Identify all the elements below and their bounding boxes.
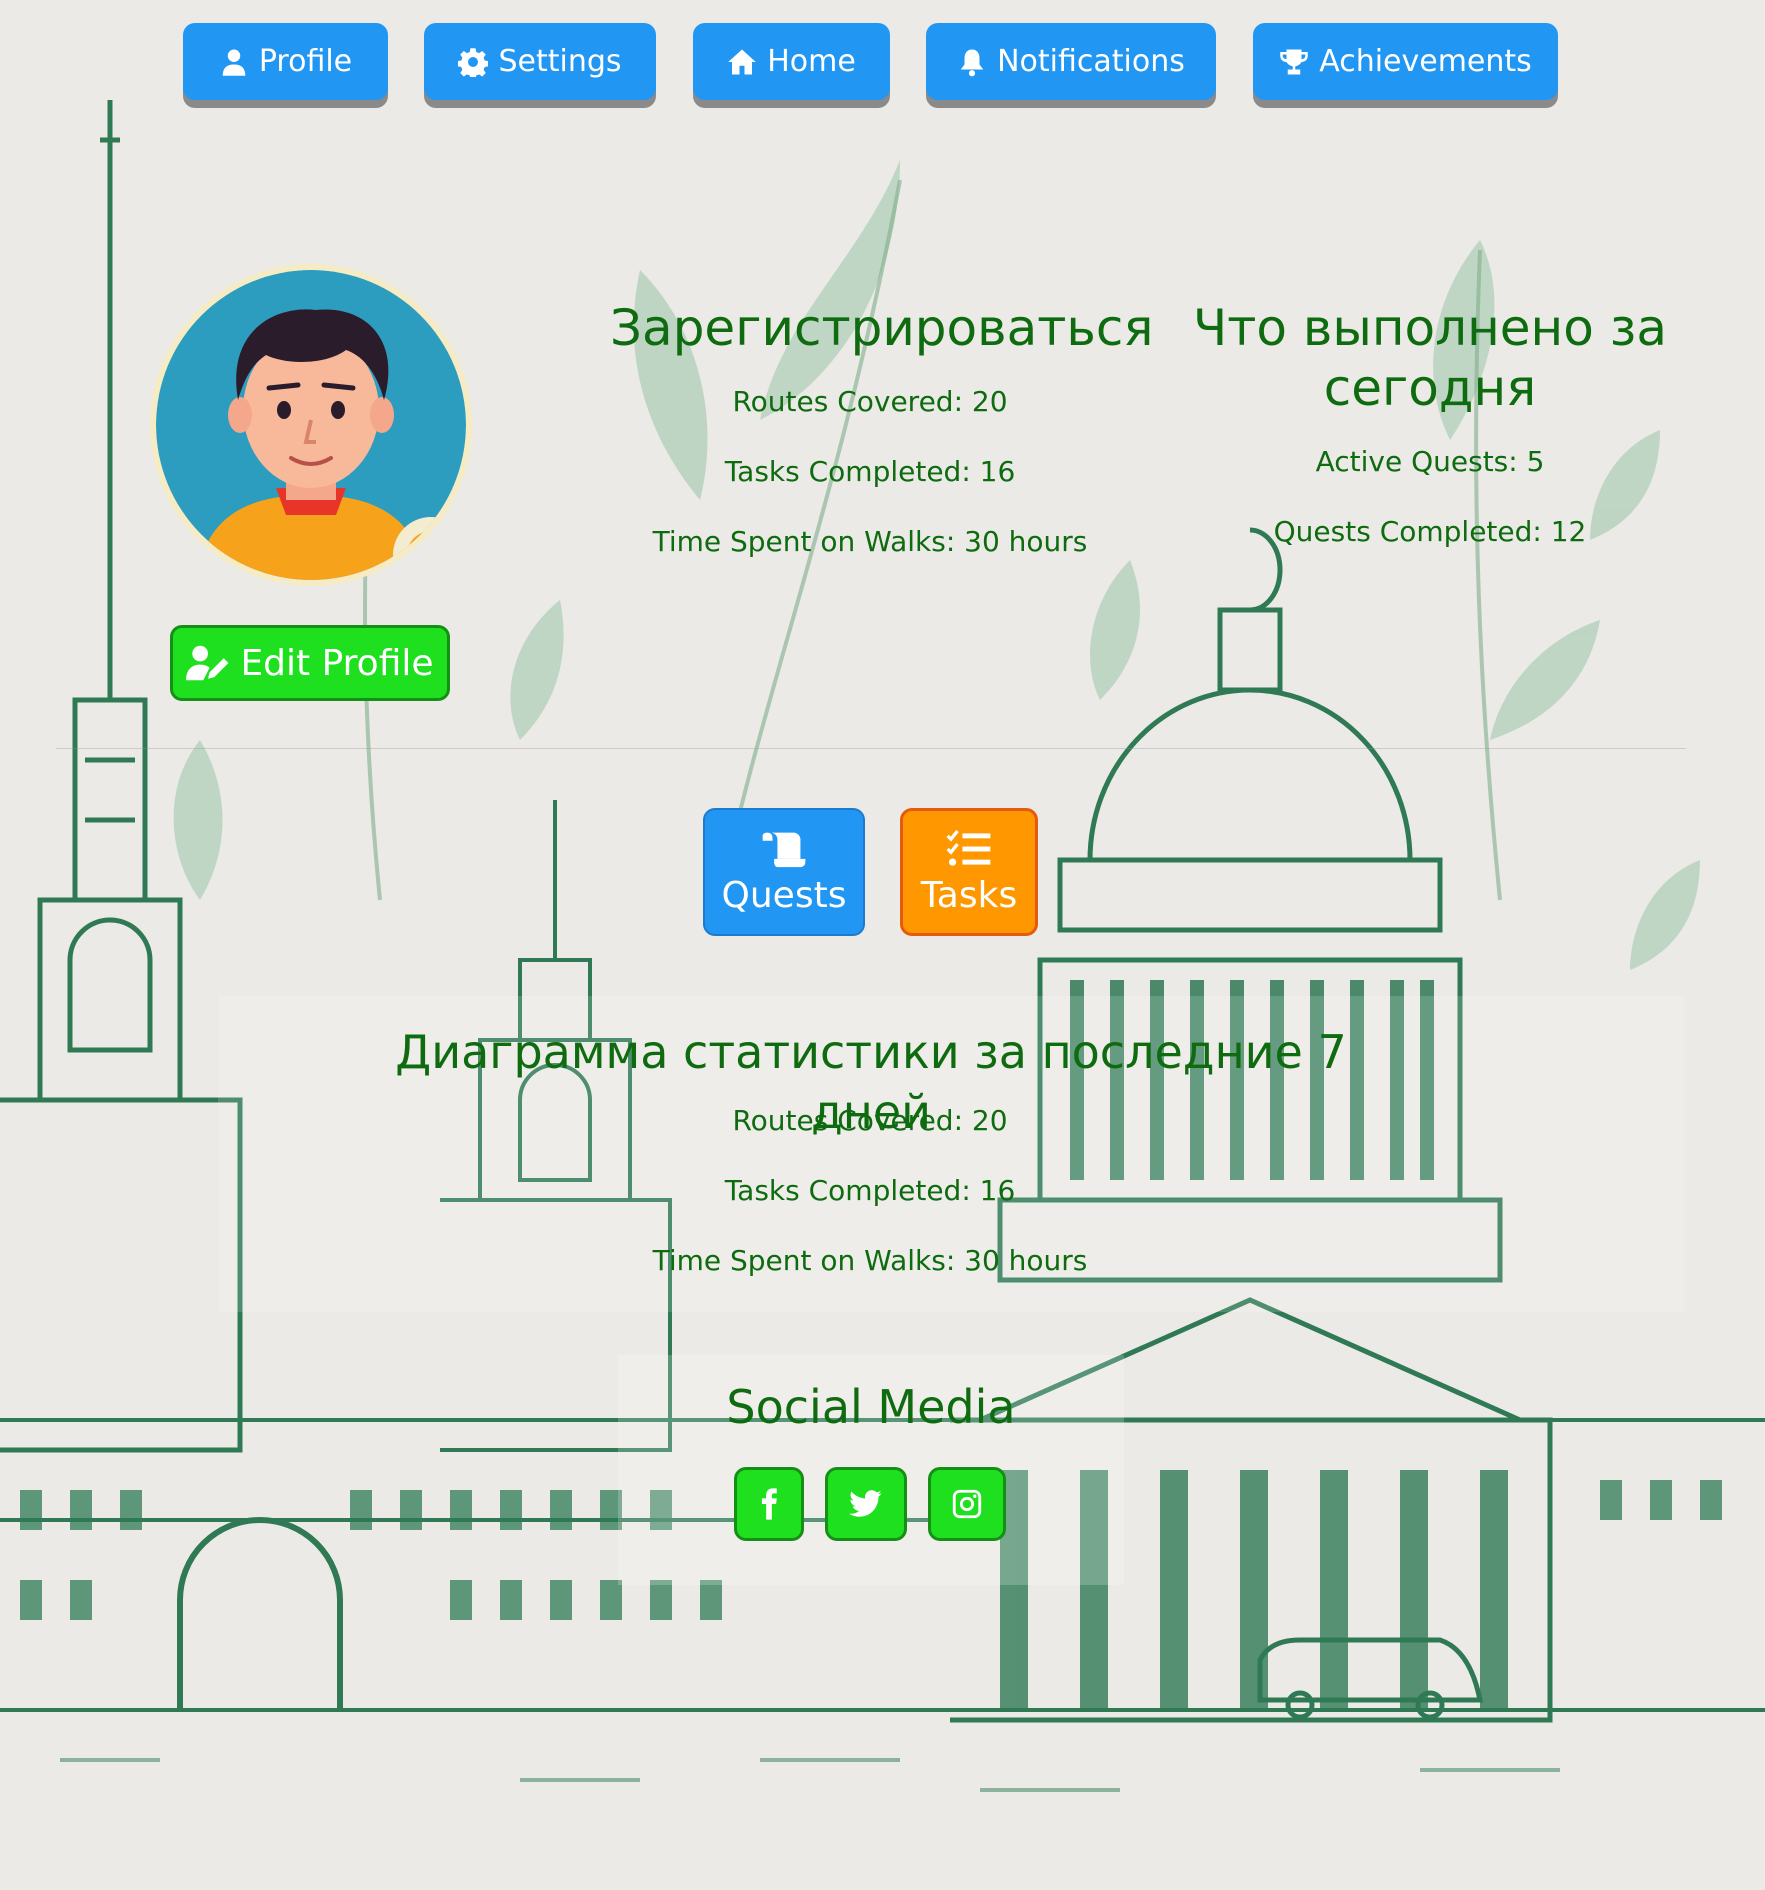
bell-icon <box>957 47 987 77</box>
scroll-icon <box>761 829 807 869</box>
tasks-label: Tasks <box>920 874 1018 916</box>
quests-button[interactable]: Quests <box>703 808 865 936</box>
nav-home-label: Home <box>767 44 856 79</box>
twitter-icon <box>849 1490 882 1517</box>
avatar-image <box>156 270 466 580</box>
nav-profile-label: Profile <box>258 44 353 79</box>
today-title: Что выполнено за сегодня <box>1190 298 1670 418</box>
user-icon <box>219 47 249 77</box>
weekly-time: Time Spent on Walks: 30 hours <box>652 1244 1088 1277</box>
nav-notifications-label: Notifications <box>997 44 1185 79</box>
edit-profile-label: Edit Profile <box>240 642 434 684</box>
instagram-button[interactable] <box>928 1467 1006 1541</box>
instagram-icon <box>952 1489 982 1519</box>
today-title-line1: Что выполнено за <box>1193 299 1667 357</box>
today-title-line2: сегодня <box>1323 359 1537 417</box>
facebook-button[interactable] <box>734 1467 804 1541</box>
tasks-button[interactable]: Tasks <box>900 808 1038 936</box>
register-routes: Routes Covered: 20 <box>732 385 1008 418</box>
avatar <box>156 270 466 580</box>
task-list-icon <box>946 829 992 869</box>
nav-home-button[interactable]: Home <box>693 23 890 100</box>
weekly-tasks: Tasks Completed: 16 <box>724 1174 1016 1207</box>
gear-icon <box>458 47 489 77</box>
edit-profile-button[interactable]: Edit Profile <box>170 625 450 701</box>
register-time: Time Spent on Walks: 30 hours <box>652 525 1088 558</box>
today-active-quests: Active Quests: 5 <box>1315 445 1545 478</box>
user-edit-icon <box>186 643 230 683</box>
today-quests-completed: Quests Completed: 12 <box>1273 515 1587 548</box>
trophy-icon <box>1279 47 1309 77</box>
weekly-routes: Routes Covered: 20 <box>732 1104 1008 1137</box>
home-icon <box>727 47 757 77</box>
nav-achievements-button[interactable]: Achievements <box>1253 23 1558 100</box>
register-tasks: Tasks Completed: 16 <box>724 455 1016 488</box>
twitter-button[interactable] <box>825 1467 907 1541</box>
nav-notifications-button[interactable]: Notifications <box>926 23 1216 100</box>
nav-profile-button[interactable]: Profile <box>183 23 388 100</box>
quests-label: Quests <box>721 874 847 916</box>
nav-settings-label: Settings <box>498 44 622 79</box>
nav-settings-button[interactable]: Settings <box>424 23 656 100</box>
divider <box>56 748 1686 749</box>
facebook-icon <box>761 1488 777 1520</box>
social-title: Social Media <box>726 1380 1016 1434</box>
register-title: Зарегистрироваться <box>610 299 1154 357</box>
nav-achievements-label: Achievements <box>1319 44 1532 79</box>
